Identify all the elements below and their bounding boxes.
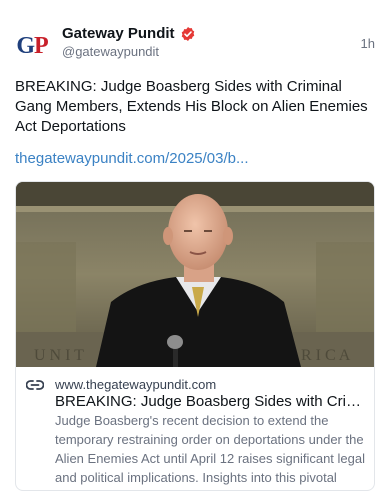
card-title[interactable]: BREAKING: Judge Boasberg Sides with Crim…	[55, 393, 367, 410]
author-display-name[interactable]: Gateway Pundit	[62, 25, 175, 42]
avatar-logo: GP	[16, 32, 49, 60]
post[interactable]: GP Gateway Pundit @gatewaypundit 1h BREA…	[0, 0, 390, 500]
card-image[interactable]: U N I T R I C A	[16, 182, 374, 367]
verified-badge-icon	[180, 26, 196, 42]
post-timestamp[interactable]: 1h	[361, 36, 375, 51]
wall-inscription-right: R I C A	[301, 347, 351, 364]
avatar-letter-g: G	[16, 32, 35, 59]
card-description: Judge Boasberg's recent decision to exte…	[55, 413, 365, 485]
wall-inscription-left: U N I T	[34, 347, 84, 364]
avatar[interactable]: GP	[14, 28, 50, 64]
avatar-letter-p: P	[34, 32, 49, 59]
author-handle[interactable]: @gatewaypundit	[62, 44, 159, 59]
post-text: BREAKING: Judge Boasberg Sides with Crim…	[15, 78, 368, 135]
card-domain: www.thegatewaypundit.com	[55, 377, 217, 392]
link-icon	[25, 378, 45, 390]
post-link[interactable]: thegatewaypundit.com/2025/03/b...	[15, 150, 249, 167]
link-preview-card[interactable]: U N I T R I C A www.thegatewaypundit.com…	[15, 181, 375, 491]
card-image-photo: U N I T R I C A	[16, 182, 374, 367]
author-name-row[interactable]: Gateway Pundit	[62, 25, 196, 42]
